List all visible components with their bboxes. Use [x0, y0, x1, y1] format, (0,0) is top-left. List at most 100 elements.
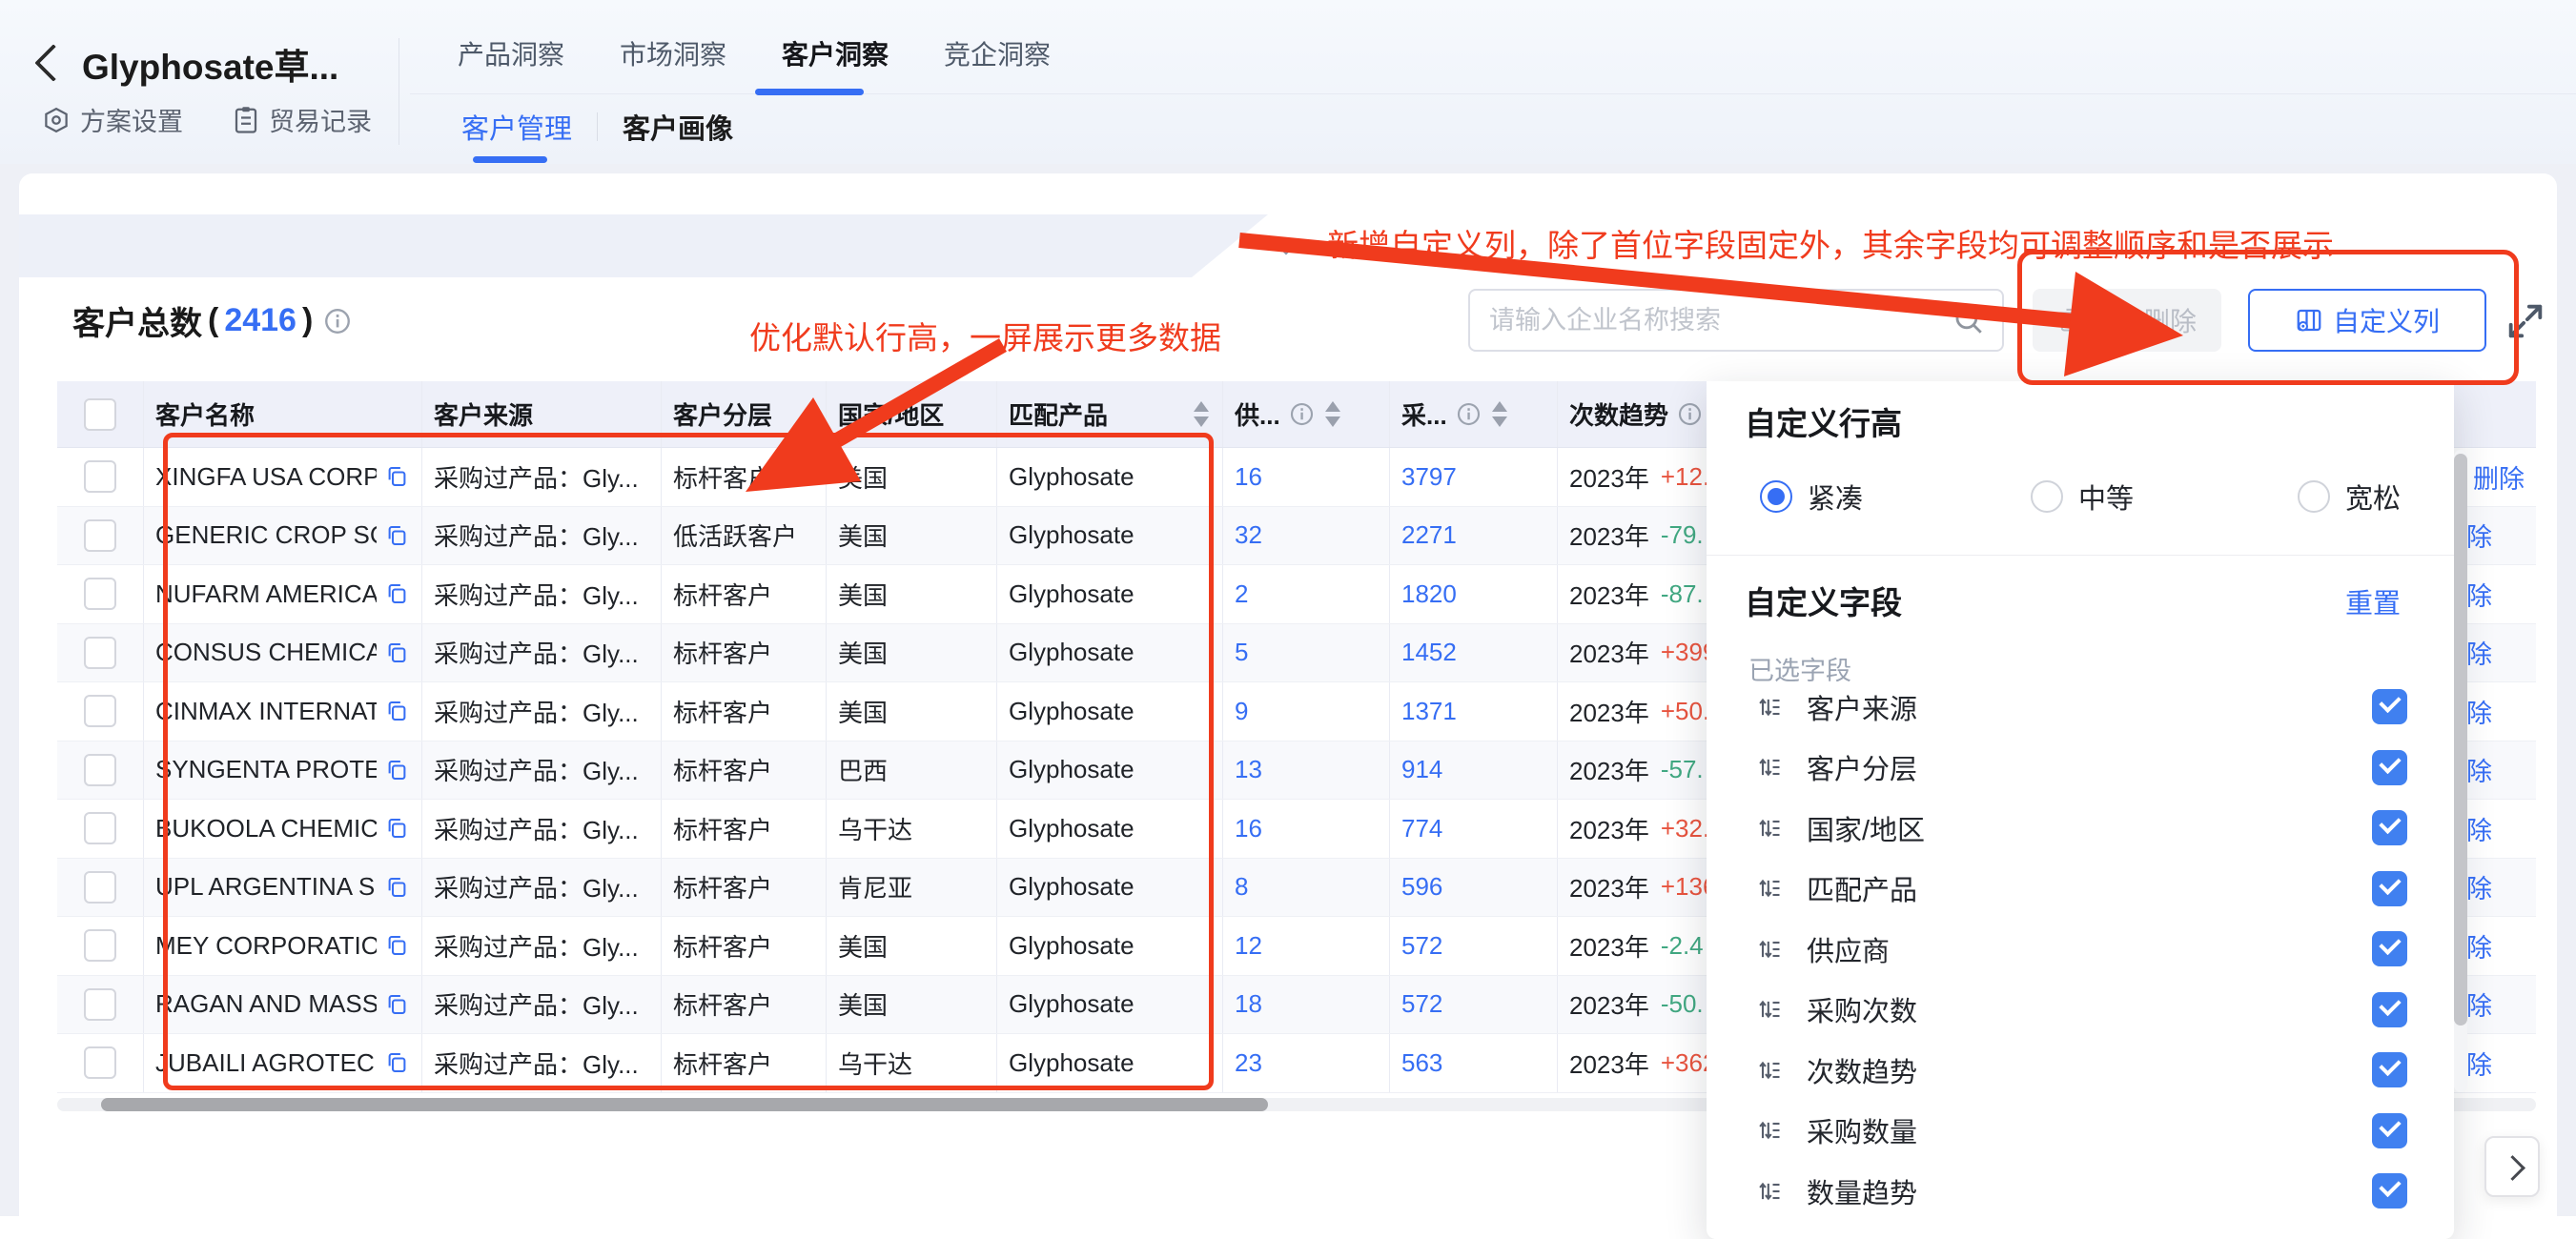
tab-customer-insight[interactable]: 客户洞察 [776, 27, 894, 97]
customer-name[interactable]: BUKOOLA CHEMICA [155, 814, 377, 843]
purchase-count[interactable]: 572 [1401, 989, 1442, 1019]
customer-name[interactable]: XINGFA USA CORPO [155, 462, 377, 492]
row-checkbox[interactable] [84, 871, 116, 904]
purchase-count[interactable]: 572 [1401, 931, 1442, 961]
customer-name[interactable]: MEY CORPORATION [155, 931, 377, 961]
supplier-count[interactable]: 23 [1235, 1048, 1262, 1078]
purchase-count[interactable]: 596 [1401, 872, 1442, 902]
copy-icon[interactable] [384, 933, 410, 959]
search-input[interactable] [1489, 306, 1935, 335]
customer-name[interactable]: CONSUS CHEMICAL [155, 638, 377, 667]
drag-handle-icon[interactable] [1756, 754, 1783, 781]
purchase-count[interactable]: 1820 [1401, 579, 1457, 609]
supplier-count[interactable]: 32 [1235, 520, 1262, 550]
field-checkbox[interactable] [2372, 1173, 2407, 1209]
field-checkbox[interactable] [2372, 1052, 2407, 1087]
row-checkbox[interactable] [84, 578, 116, 610]
supplier-count[interactable]: 8 [1235, 872, 1248, 902]
customer-name[interactable]: JUBAILI AGROTEC LI [155, 1048, 377, 1078]
batch-delete-button[interactable]: 批量删除 [2033, 289, 2221, 352]
row-checkbox[interactable] [84, 929, 116, 962]
field-checkbox[interactable] [2372, 689, 2407, 724]
row-checkbox[interactable] [84, 988, 116, 1021]
row-height-loose[interactable]: 宽松 [2298, 477, 2401, 517]
copy-icon[interactable] [384, 581, 410, 607]
drag-handle-icon[interactable] [1756, 936, 1783, 963]
supplier-count[interactable]: 12 [1235, 931, 1262, 961]
supplier-count[interactable]: 9 [1235, 697, 1248, 726]
supplier-count[interactable]: 2 [1235, 579, 1248, 609]
customer-name[interactable]: SYNGENTA PROTEC [155, 755, 377, 784]
tab-product-insight[interactable]: 产品洞察 [452, 27, 570, 97]
subtab-customer-profile[interactable]: 客户画像 [623, 107, 733, 147]
menu-trade-records[interactable]: 贸易记录 [233, 101, 372, 138]
chevron-down-icon[interactable] [1270, 234, 1302, 257]
drag-handle-icon[interactable] [1756, 1117, 1783, 1144]
custom-columns-button[interactable]: 自定义列 [2248, 289, 2486, 352]
field-checkbox[interactable] [2372, 871, 2407, 906]
info-icon[interactable] [324, 308, 351, 335]
info-icon[interactable] [1457, 402, 1481, 426]
back-icon[interactable] [34, 44, 72, 82]
purchase-count[interactable]: 3797 [1401, 462, 1457, 492]
field-checkbox[interactable] [2372, 1113, 2407, 1148]
copy-icon[interactable] [384, 816, 410, 842]
field-checkbox[interactable] [2372, 992, 2407, 1027]
customer-name[interactable]: UPL ARGENTINA S. [155, 872, 377, 902]
copy-icon[interactable] [384, 522, 410, 548]
row-checkbox[interactable] [84, 460, 116, 493]
supplier-count[interactable]: 16 [1235, 462, 1262, 492]
purchase-count[interactable]: 914 [1401, 755, 1442, 784]
supplier-count[interactable]: 13 [1235, 755, 1262, 784]
drag-handle-icon[interactable] [1756, 1178, 1783, 1205]
drag-handle-icon[interactable] [1756, 1057, 1783, 1084]
row-checkbox[interactable] [84, 519, 116, 552]
search-icon[interactable] [1952, 304, 1985, 336]
info-icon[interactable] [1290, 402, 1314, 426]
field-checkbox[interactable] [2372, 750, 2407, 785]
sort-icon[interactable] [1194, 394, 1209, 435]
copy-icon[interactable] [384, 699, 410, 724]
field-checkbox[interactable] [2372, 810, 2407, 845]
row-height-medium[interactable]: 中等 [2031, 477, 2134, 517]
menu-scheme-settings[interactable]: 方案设置 [42, 101, 183, 138]
horizontal-scrollbar-thumb[interactable] [101, 1098, 1268, 1111]
purchase-count[interactable]: 774 [1401, 814, 1442, 843]
copy-icon[interactable] [384, 757, 410, 782]
customer-name[interactable]: RAGAN AND MASSE [155, 989, 377, 1019]
field-checkbox[interactable] [2372, 931, 2407, 966]
supplier-count[interactable]: 5 [1235, 638, 1248, 667]
customer-name[interactable]: CINMAX INTERNATIO [155, 697, 377, 726]
purchase-count[interactable]: 1452 [1401, 638, 1457, 667]
purchase-count[interactable]: 2271 [1401, 520, 1457, 550]
sort-icon[interactable] [1325, 394, 1340, 435]
select-all-checkbox[interactable] [84, 398, 116, 431]
info-icon[interactable] [1678, 402, 1702, 426]
supplier-count[interactable]: 18 [1235, 989, 1262, 1019]
copy-icon[interactable] [384, 874, 410, 900]
customer-name[interactable]: GENERIC CROP SCI [155, 520, 377, 550]
customer-name[interactable]: NUFARM AMERICAS, [155, 579, 377, 609]
next-page-button[interactable] [2484, 1136, 2540, 1197]
reset-link[interactable]: 重置 [2345, 581, 2401, 621]
sort-icon[interactable] [1492, 394, 1507, 435]
purchase-count[interactable]: 563 [1401, 1048, 1442, 1078]
tab-market-insight[interactable]: 市场洞察 [614, 27, 732, 97]
copy-icon[interactable] [384, 464, 410, 490]
row-checkbox[interactable] [84, 754, 116, 786]
row-checkbox[interactable] [84, 637, 116, 669]
delete-link[interactable]: 删除 [2473, 458, 2525, 496]
drag-handle-icon[interactable] [1756, 694, 1783, 721]
drag-handle-icon[interactable] [1756, 996, 1783, 1023]
subtab-customer-manage[interactable]: 客户管理 [461, 107, 572, 147]
row-checkbox[interactable] [84, 812, 116, 844]
copy-icon[interactable] [384, 1050, 410, 1076]
drag-handle-icon[interactable] [1756, 815, 1783, 842]
row-checkbox[interactable] [84, 695, 116, 727]
copy-icon[interactable] [384, 640, 410, 665]
supplier-count[interactable]: 16 [1235, 814, 1262, 843]
drag-handle-icon[interactable] [1756, 875, 1783, 902]
row-checkbox[interactable] [84, 1046, 116, 1079]
purchase-count[interactable]: 1371 [1401, 697, 1457, 726]
vertical-scrollbar-thumb[interactable] [2454, 454, 2467, 1026]
